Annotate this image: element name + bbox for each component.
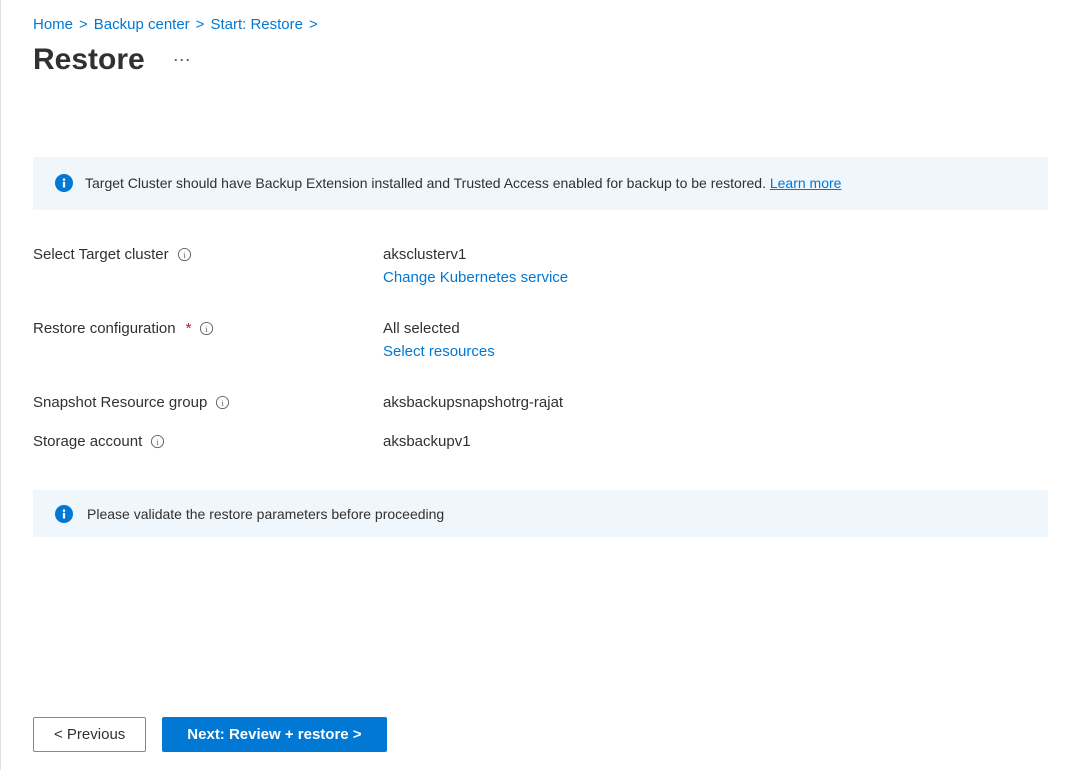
value-storage-account: aksbackupv1	[383, 433, 471, 450]
validate-banner-text: Please validate the restore parameters b…	[87, 506, 444, 522]
info-banner-extension: Target Cluster should have Backup Extens…	[33, 157, 1048, 210]
wizard-footer: < Previous Next: Review + restore >	[33, 705, 1048, 752]
required-marker: *	[186, 320, 192, 337]
value-restore-configuration: All selected	[383, 320, 495, 337]
row-storage-account: Storage account i aksbackupv1	[33, 433, 1048, 450]
info-banner-validate: Please validate the restore parameters b…	[33, 490, 1048, 537]
row-target-cluster: Select Target cluster i aksclusterv1 Cha…	[33, 246, 1048, 286]
value-snapshot-resource-group: aksbackupsnapshotrg-rajat	[383, 394, 563, 411]
previous-button[interactable]: < Previous	[33, 717, 146, 752]
breadcrumb-home[interactable]: Home	[33, 16, 73, 33]
value-target-cluster: aksclusterv1	[383, 246, 568, 263]
breadcrumb-start-restore[interactable]: Start: Restore	[210, 16, 303, 33]
info-icon	[55, 505, 73, 523]
help-icon[interactable]: i	[199, 321, 214, 336]
label-storage-account: Storage account	[33, 433, 142, 450]
svg-text:i: i	[206, 324, 209, 334]
breadcrumb: Home > Backup center > Start: Restore >	[33, 12, 1048, 33]
row-restore-configuration: Restore configuration * i All selected S…	[33, 320, 1048, 360]
breadcrumb-backup-center[interactable]: Backup center	[94, 16, 190, 33]
breadcrumb-separator: >	[309, 16, 318, 33]
label-restore-configuration: Restore configuration	[33, 320, 176, 337]
svg-text:i: i	[183, 250, 186, 260]
page-title: Restore	[33, 43, 145, 77]
info-icon	[55, 174, 73, 192]
breadcrumb-separator: >	[196, 16, 205, 33]
svg-text:i: i	[222, 398, 225, 408]
learn-more-link[interactable]: Learn more	[770, 175, 842, 191]
label-snapshot-resource-group: Snapshot Resource group	[33, 394, 207, 411]
change-kubernetes-service-link[interactable]: Change Kubernetes service	[383, 269, 568, 286]
help-icon[interactable]: i	[177, 247, 192, 262]
help-icon[interactable]: i	[215, 395, 230, 410]
label-target-cluster: Select Target cluster	[33, 246, 169, 263]
svg-text:i: i	[157, 437, 160, 447]
select-resources-link[interactable]: Select resources	[383, 343, 495, 360]
row-snapshot-resource-group: Snapshot Resource group i aksbackupsnaps…	[33, 394, 1048, 411]
breadcrumb-separator: >	[79, 16, 88, 33]
info-banner-text: Target Cluster should have Backup Extens…	[85, 175, 770, 191]
more-actions-button[interactable]: ⋯	[173, 50, 193, 71]
next-review-restore-button[interactable]: Next: Review + restore >	[162, 717, 386, 752]
help-icon[interactable]: i	[150, 434, 165, 449]
